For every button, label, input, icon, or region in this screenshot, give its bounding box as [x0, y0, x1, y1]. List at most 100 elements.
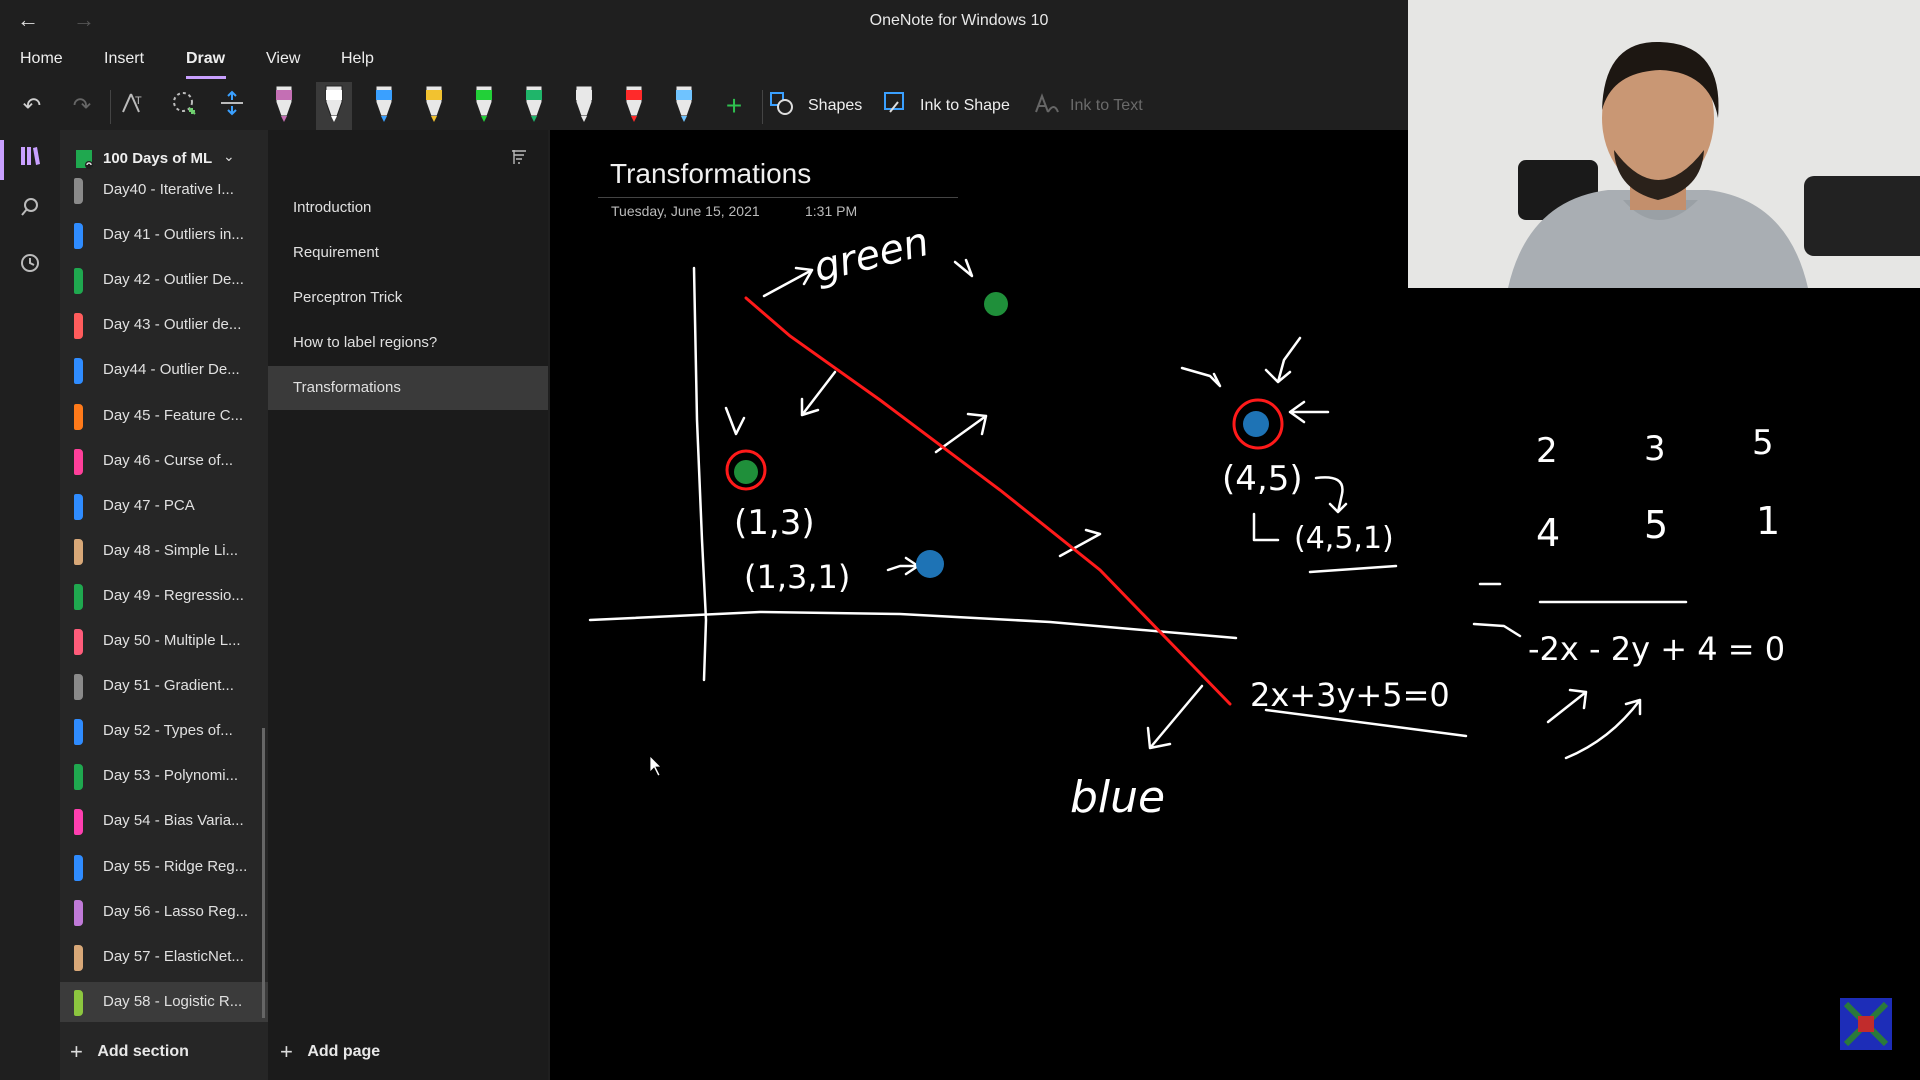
- section-label: Day 53 - Polynomi...: [103, 767, 239, 785]
- section-label: Day 43 - Outlier de...: [103, 316, 242, 334]
- section-label: Day 52 - Types of...: [103, 722, 233, 740]
- ink-label-blue: blue: [1070, 772, 1165, 823]
- section-item[interactable]: Day 48 - Simple Li...: [60, 531, 268, 571]
- divider: [110, 90, 111, 124]
- white-pen-2-icon[interactable]: [575, 85, 593, 122]
- ink-to-shape-button[interactable]: Ink to Shape: [920, 92, 1010, 120]
- section-item[interactable]: Day40 - Iterative I...: [60, 170, 268, 210]
- page-item[interactable]: Transformations: [268, 366, 548, 410]
- section-color-tab: [74, 403, 83, 430]
- back-arrow-icon[interactable]: ←: [8, 6, 48, 34]
- section-color-tab: [74, 268, 83, 295]
- section-label: Day 56 - Lasso Reg...: [103, 902, 249, 920]
- section-item[interactable]: Day 50 - Multiple L...: [60, 621, 268, 661]
- section-color-tab: [74, 719, 83, 746]
- ink-to-shape-icon[interactable]: [882, 88, 910, 124]
- mouse-cursor-icon: [649, 755, 662, 777]
- arrow-to-pointA: [724, 406, 746, 436]
- section-item[interactable]: Day 58 - Logistic R...: [60, 981, 268, 1022]
- tab-help[interactable]: Help: [341, 50, 374, 68]
- shapes-icon[interactable]: [768, 88, 796, 124]
- section-color-tab: [74, 629, 83, 655]
- page-item[interactable]: Introduction: [268, 186, 548, 230]
- recent-icon[interactable]: [14, 252, 46, 284]
- ink-to-text-icon[interactable]: [1032, 88, 1060, 124]
- ink-row1-b: 3: [1644, 429, 1666, 469]
- add-pen-icon[interactable]: +: [716, 88, 752, 124]
- section-item[interactable]: Day44 - Outlier De...: [60, 350, 268, 390]
- page-label: Introduction: [293, 199, 372, 216]
- section-item[interactable]: Day 52 - Types of...: [60, 711, 268, 751]
- tab-view[interactable]: View: [266, 50, 300, 68]
- section-label: Day 41 - Outliers in...: [103, 226, 244, 244]
- section-item[interactable]: Day 42 - Outlier De...: [60, 260, 268, 300]
- page-item[interactable]: Requirement: [268, 231, 548, 275]
- divider: [762, 90, 763, 124]
- section-item[interactable]: Day 56 - Lasso Reg...: [60, 892, 268, 932]
- ink-result: -2x - 2y + 4 = 0: [1528, 630, 1785, 668]
- ink-row2-c: 1: [1756, 499, 1780, 543]
- add-page-button[interactable]: + Add page: [280, 1032, 380, 1072]
- section-item[interactable]: Day 57 - ElasticNet...: [60, 937, 268, 977]
- section-item[interactable]: Day 45 - Feature C...: [60, 396, 268, 436]
- section-scrollbar[interactable]: [262, 728, 265, 1018]
- rail-active-indicator: [0, 140, 4, 180]
- add-section-button[interactable]: + Add section: [70, 1032, 189, 1072]
- redo-icon[interactable]: ↷: [64, 88, 100, 124]
- undo-icon[interactable]: ↶: [14, 88, 50, 124]
- page-item[interactable]: Perceptron Trick: [268, 276, 548, 320]
- yellow-pen-icon[interactable]: [425, 85, 443, 122]
- section-label: Day 50 - Multiple L...: [103, 632, 241, 649]
- lightblue-pen-icon[interactable]: [675, 85, 693, 122]
- green-point-top: [984, 292, 1008, 316]
- page-label: Transformations: [293, 379, 401, 396]
- section-label: Day 46 - Curse of...: [103, 451, 234, 469]
- notebooks-icon[interactable]: [14, 144, 46, 176]
- red-pen-icon[interactable]: [625, 85, 643, 122]
- lasso-icon[interactable]: [166, 88, 202, 124]
- section-item[interactable]: Day 46 - Curse of...: [60, 441, 268, 481]
- ink-row1-a: 2: [1536, 431, 1558, 471]
- arrow-up-1: [1546, 688, 1588, 724]
- title-bar: ← →: [0, 0, 1408, 40]
- forward-arrow-icon[interactable]: →: [64, 6, 104, 34]
- section-item[interactable]: Day 41 - Outliers in...: [60, 215, 268, 255]
- section-item[interactable]: Day 53 - Polynomi...: [60, 756, 268, 796]
- section-color-tab: [74, 674, 83, 701]
- arrow-to-result: [1472, 622, 1522, 638]
- section-item[interactable]: Day 55 - Ridge Reg...: [60, 847, 268, 887]
- tab-draw[interactable]: Draw: [186, 50, 225, 68]
- green-pen-icon[interactable]: [525, 85, 543, 122]
- arrow-down-left: [800, 370, 837, 417]
- add-space-icon[interactable]: [214, 88, 250, 124]
- section-label: Day 58 - Logistic R...: [103, 992, 243, 1010]
- arrow-to-pointB-top: [1264, 336, 1302, 384]
- section-item[interactable]: Day 47 - PCA: [60, 486, 268, 526]
- channel-logo: [1840, 998, 1892, 1050]
- page-item[interactable]: How to label regions?: [268, 321, 548, 365]
- section-item[interactable]: Day 43 - Outlier de...: [60, 305, 268, 345]
- chevron-down-icon[interactable]: ⌄: [223, 148, 235, 165]
- sort-icon[interactable]: [508, 146, 532, 170]
- ink-to-text-button[interactable]: Ink to Text: [1070, 92, 1143, 120]
- section-item[interactable]: Day 54 - Bias Varia...: [60, 801, 268, 841]
- shapes-button[interactable]: Shapes: [808, 92, 862, 120]
- left-rail: [0, 130, 60, 1080]
- eraser-pen-icon[interactable]: [275, 85, 293, 122]
- notebook-name[interactable]: 100 Days of ML: [103, 150, 212, 167]
- section-color-tab: [74, 448, 83, 475]
- page-label: How to label regions?: [293, 334, 438, 351]
- section-item[interactable]: Day 49 - Regressio...: [60, 576, 268, 616]
- lasso-select-icon[interactable]: T: [116, 88, 152, 124]
- tab-home[interactable]: Home: [20, 50, 63, 68]
- arrow-to-green: [762, 266, 814, 298]
- section-color-tab: [74, 944, 83, 971]
- search-icon[interactable]: [14, 196, 46, 228]
- section-color-tab: [74, 583, 83, 610]
- green-highlighter-icon[interactable]: [475, 85, 493, 122]
- section-item[interactable]: Day 51 - Gradient...: [60, 666, 268, 706]
- blue-pen-icon[interactable]: [375, 85, 393, 122]
- tab-insert[interactable]: Insert: [104, 50, 144, 68]
- ribbon-tabs: Home Insert Draw View Help: [0, 40, 1408, 80]
- arrow-to-blue-dot: [886, 556, 920, 576]
